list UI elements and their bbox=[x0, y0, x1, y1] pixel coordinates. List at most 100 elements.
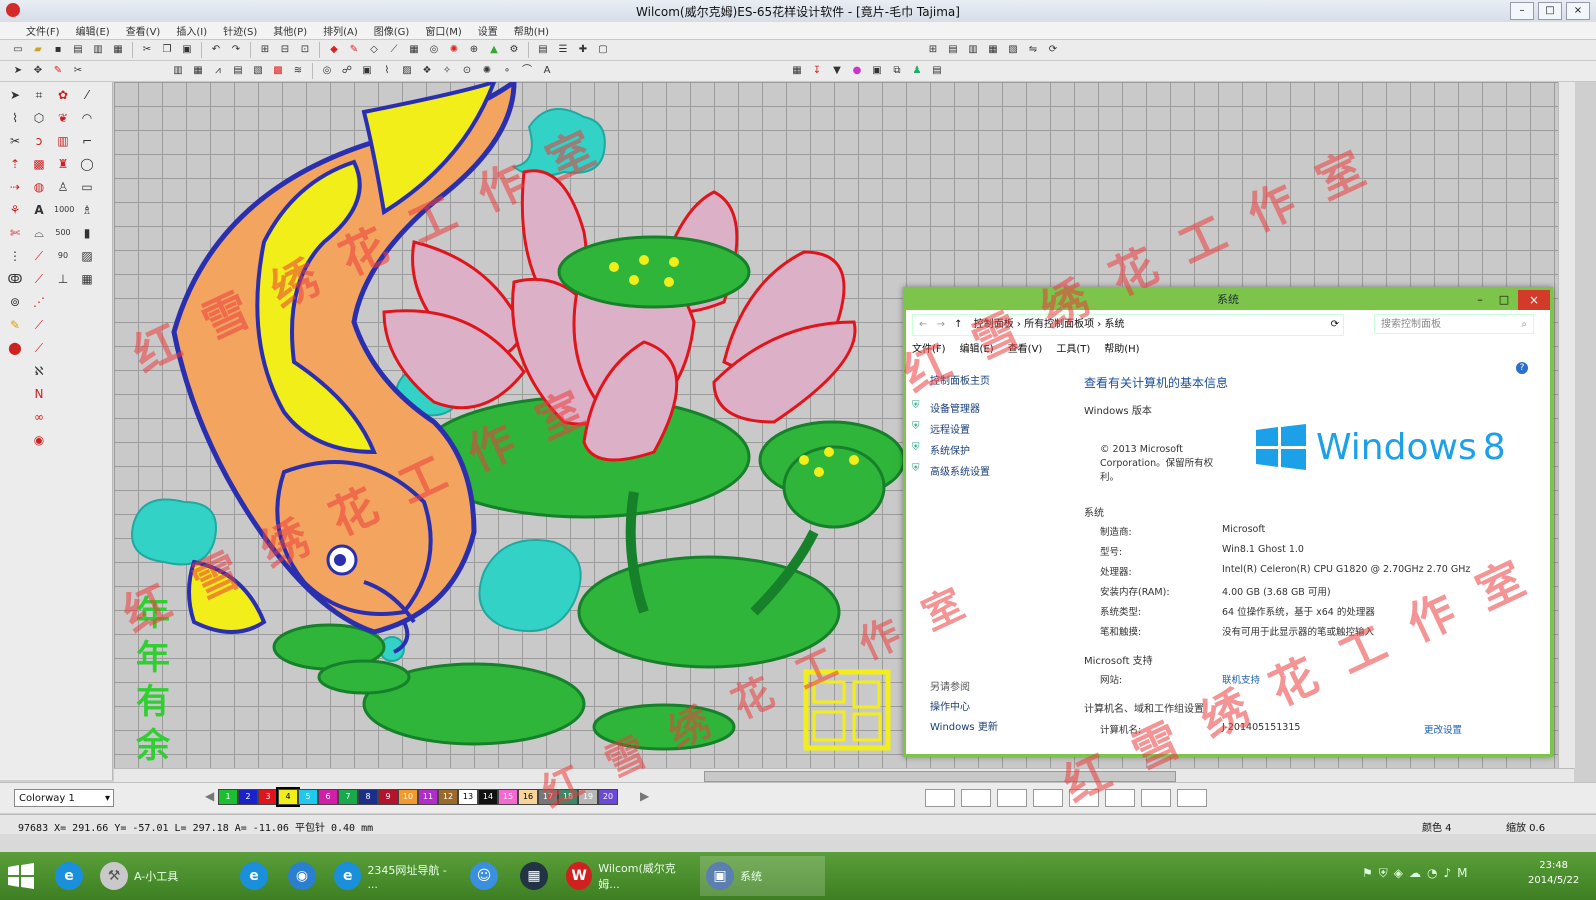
corner-icon[interactable]: ⌐ bbox=[78, 132, 96, 150]
color-swatch[interactable]: 12 bbox=[438, 789, 458, 805]
breadcrumb-2[interactable]: 所有控制面板项 bbox=[1024, 319, 1094, 330]
color-swatch[interactable]: 16 bbox=[518, 789, 538, 805]
applique-icon[interactable]: ✧ bbox=[439, 63, 455, 79]
numbers-90-icon[interactable]: 90 bbox=[54, 247, 72, 265]
color-swatch[interactable]: 17 bbox=[538, 789, 558, 805]
branch-icon[interactable]: ❦ bbox=[54, 109, 72, 127]
rectangle-icon[interactable]: ▭ bbox=[78, 178, 96, 196]
dialog-close-button[interactable]: × bbox=[1518, 290, 1550, 310]
taskbar-item-system[interactable]: ▣ 系统 bbox=[700, 856, 825, 896]
open-icon[interactable]: ▰ bbox=[30, 42, 46, 58]
grid-toggle-icon[interactable]: ▦ bbox=[406, 42, 422, 58]
stop-icon[interactable]: ⬤ bbox=[6, 339, 24, 357]
color-swatch[interactable]: 3 bbox=[258, 789, 278, 805]
dmenu-help[interactable]: 帮助(H) bbox=[1104, 340, 1139, 355]
needle-icon[interactable]: ↧ bbox=[809, 63, 825, 79]
cross-stitch-icon[interactable]: ▩ bbox=[270, 63, 286, 79]
anchor-icon[interactable]: ⊥ bbox=[54, 270, 72, 288]
ring-icon[interactable]: ⊚ bbox=[6, 293, 24, 311]
menu-arrange[interactable]: 排列(A) bbox=[315, 23, 366, 38]
menu-file[interactable]: 文件(F) bbox=[18, 23, 68, 38]
print-preview-icon[interactable]: ▥ bbox=[90, 42, 106, 58]
chenille-icon[interactable]: ✺ bbox=[479, 63, 495, 79]
line-3-icon[interactable]: ⟋ bbox=[30, 316, 48, 334]
dialog-maximize-button[interactable]: □ bbox=[1494, 290, 1514, 310]
satin-tool-icon[interactable]: ▥ bbox=[54, 132, 72, 150]
menu-view[interactable]: 查看(V) bbox=[118, 23, 169, 38]
menu-edit[interactable]: 编辑(E) bbox=[68, 23, 118, 38]
picture-icon[interactable]: ▲ bbox=[486, 42, 502, 58]
connector-icon[interactable]: ℵ bbox=[30, 362, 48, 380]
objects-icon[interactable]: ⧉ bbox=[889, 63, 905, 79]
contour-icon[interactable]: ≋ bbox=[290, 63, 306, 79]
stitch-edit-icon[interactable]: ✎ bbox=[50, 63, 66, 79]
link-advanced-settings[interactable]: 高级系统设置 bbox=[930, 463, 990, 478]
dialog-search-input[interactable]: 搜索控制面板 ⌕ bbox=[1374, 314, 1534, 334]
measure-icon[interactable]: ⟋ bbox=[386, 42, 402, 58]
pointer-icon[interactable]: ➤ bbox=[6, 86, 24, 104]
menu-settings[interactable]: 设置 bbox=[470, 23, 506, 38]
close-button[interactable]: × bbox=[1566, 2, 1590, 20]
link-system-protection[interactable]: 系统保护 bbox=[930, 442, 970, 457]
coil-icon[interactable]: ↂ bbox=[6, 270, 24, 288]
dmenu-file[interactable]: 文件(F) bbox=[912, 340, 946, 355]
target-icon[interactable]: ◉ bbox=[30, 431, 48, 449]
color-swatch[interactable]: 20 bbox=[598, 789, 618, 805]
complex-fill-icon[interactable]: ▩ bbox=[30, 155, 48, 173]
refresh-icon[interactable]: ⟳ bbox=[1331, 315, 1339, 335]
color-swatch[interactable]: 11 bbox=[418, 789, 438, 805]
trapunto-icon[interactable]: ❖ bbox=[419, 63, 435, 79]
link-device-manager[interactable]: 设备管理器 bbox=[930, 400, 980, 415]
lock-icon[interactable]: ⊡ bbox=[297, 42, 313, 58]
save-icon[interactable]: ▪ bbox=[50, 42, 66, 58]
pencil-yellow-icon[interactable]: ✎ bbox=[6, 316, 24, 334]
wifi-icon[interactable]: ◔ bbox=[1427, 866, 1437, 881]
reshape-icon[interactable]: ✥ bbox=[30, 63, 46, 79]
dialog-minimize-button[interactable]: – bbox=[1470, 290, 1490, 310]
scale-x-field[interactable] bbox=[997, 789, 1027, 807]
pen-icon[interactable]: ✎ bbox=[346, 42, 362, 58]
order-icon[interactable]: ▦ bbox=[985, 42, 1001, 58]
taskbar-player[interactable]: ▦ bbox=[520, 856, 554, 896]
menu-window[interactable]: 窗口(M) bbox=[417, 23, 469, 38]
distribute-icon[interactable]: ▥ bbox=[965, 42, 981, 58]
tatami-icon[interactable]: ▦ bbox=[190, 63, 206, 79]
taskbar-item-tools[interactable]: ⚒ A-小工具 bbox=[100, 856, 220, 896]
paste-icon[interactable]: ▣ bbox=[179, 42, 195, 58]
color-swatch[interactable]: 4 bbox=[276, 787, 300, 807]
color-swatch[interactable]: 10 bbox=[398, 789, 418, 805]
color-swatch[interactable]: 5 bbox=[298, 789, 318, 805]
offset-icon[interactable]: ◎ bbox=[319, 63, 335, 79]
ellipse-icon[interactable]: ◯ bbox=[78, 155, 96, 173]
color-swatch[interactable]: 8 bbox=[358, 789, 378, 805]
breadcrumb-3[interactable]: 系统 bbox=[1104, 319, 1124, 330]
eraser-icon[interactable]: ◇ bbox=[366, 42, 382, 58]
scale-y-field[interactable] bbox=[1033, 789, 1063, 807]
color-dot-icon[interactable]: ● bbox=[849, 63, 865, 79]
nudge-icon[interactable]: ▧ bbox=[1005, 42, 1021, 58]
underlay-icon[interactable]: ♙ bbox=[54, 178, 72, 196]
motif-icon[interactable]: ▧ bbox=[250, 63, 266, 79]
menu-help[interactable]: 帮助(H) bbox=[506, 23, 557, 38]
numbers-500-icon[interactable]: 500 bbox=[54, 224, 72, 242]
colorway-select[interactable]: Colorway 1 ▾ bbox=[14, 789, 114, 807]
pattern-icon[interactable]: ▨ bbox=[78, 247, 96, 265]
color-swatch[interactable]: 14 bbox=[478, 789, 498, 805]
network-icon[interactable]: ⚑ bbox=[1362, 866, 1373, 881]
copy-icon[interactable]: ❐ bbox=[159, 42, 175, 58]
menu-other[interactable]: 其他(P) bbox=[265, 23, 315, 38]
undo-icon[interactable]: ↶ bbox=[208, 42, 224, 58]
color-swatch[interactable]: 7 bbox=[338, 789, 358, 805]
hscroll-thumb[interactable] bbox=[704, 771, 1176, 782]
arrange-icon[interactable]: ⊞ bbox=[925, 42, 941, 58]
dotted-line-icon[interactable]: ⋰ bbox=[30, 293, 48, 311]
pos-y-field[interactable] bbox=[1177, 789, 1207, 807]
view-design-icon[interactable]: ▤ bbox=[535, 42, 551, 58]
globe-icon[interactable]: ◍ bbox=[30, 178, 48, 196]
lasso-icon[interactable]: ↄ bbox=[30, 132, 48, 150]
mirror-icon[interactable]: ⇋ bbox=[1025, 42, 1041, 58]
gradient-icon[interactable]: ▨ bbox=[399, 63, 415, 79]
pos-x-field[interactable] bbox=[1141, 789, 1171, 807]
taskbar-ie[interactable]: e bbox=[55, 856, 89, 896]
freehand-select-icon[interactable]: ⌇ bbox=[6, 109, 24, 127]
